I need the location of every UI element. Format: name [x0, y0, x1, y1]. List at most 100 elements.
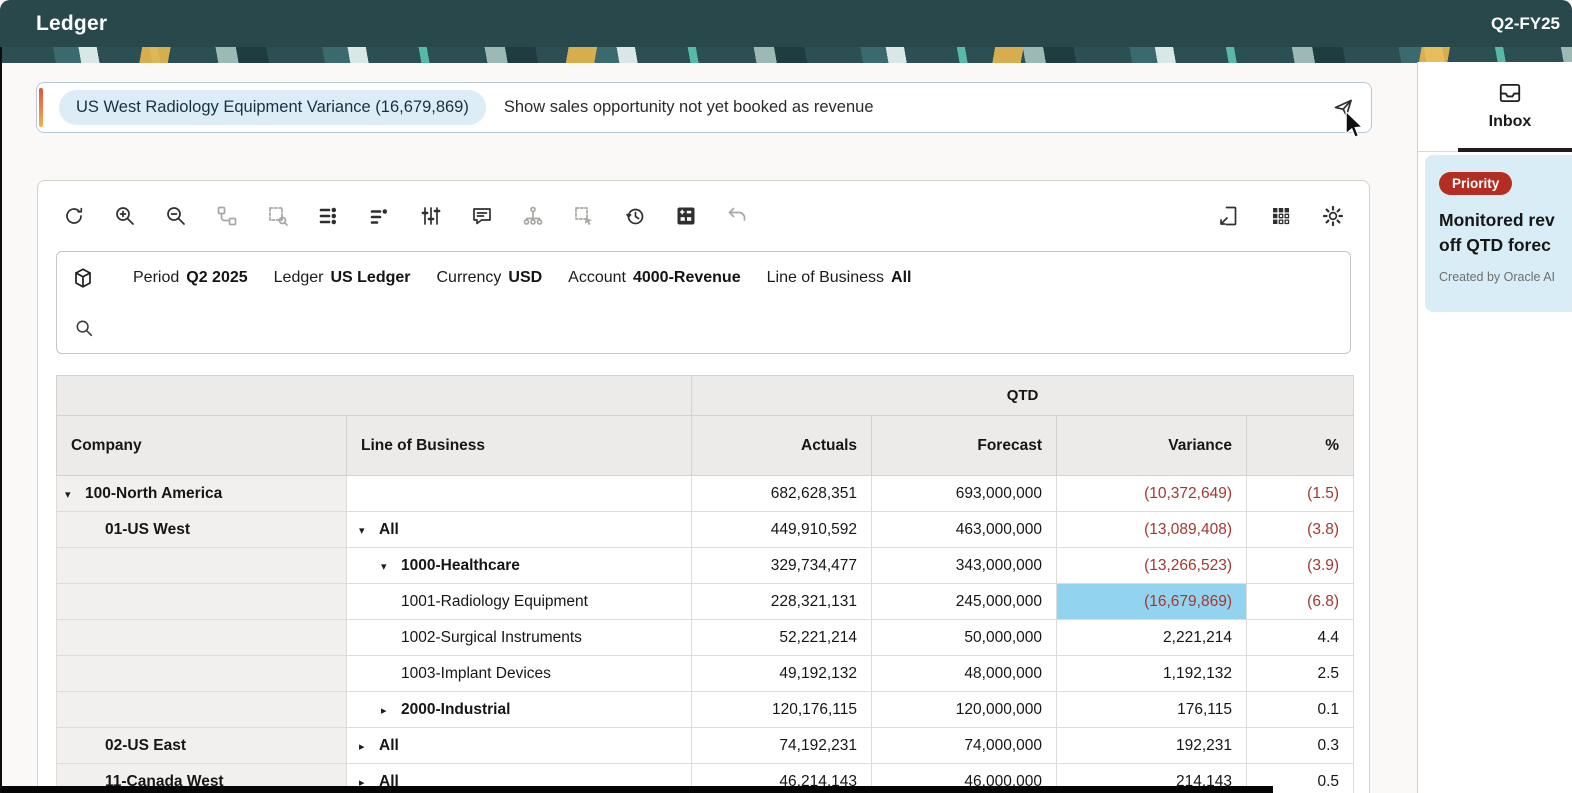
expand-caret-icon[interactable]: ▸ [381, 704, 401, 717]
cell-percent[interactable]: (3.8) [1247, 512, 1354, 548]
sliders-icon[interactable] [419, 204, 443, 228]
collapse-caret-icon[interactable]: ▾ [359, 524, 379, 537]
tab-inbox[interactable]: Inbox [1418, 62, 1572, 152]
cell-company[interactable] [57, 584, 347, 620]
grid-search-row[interactable] [71, 303, 1336, 353]
cell-percent[interactable]: 0.3 [1247, 728, 1354, 764]
cell-line-of-business[interactable] [347, 476, 692, 512]
cell-company[interactable] [57, 548, 347, 584]
history-icon[interactable] [623, 204, 647, 228]
cell-line-of-business[interactable]: 1001-Radiology Equipment [347, 584, 692, 620]
cell-line-of-business[interactable]: ▾1000-Healthcare [347, 548, 692, 584]
zoom-in-icon[interactable] [113, 204, 137, 228]
cell-percent[interactable]: (1.5) [1247, 476, 1354, 512]
cell-company[interactable]: 01-US West [57, 512, 347, 548]
refresh-icon[interactable] [62, 204, 86, 228]
cell-variance[interactable]: 1,192,132 [1057, 656, 1247, 692]
grid-icon[interactable] [1269, 204, 1293, 228]
expand-levels-icon[interactable] [317, 204, 341, 228]
cell-forecast[interactable]: 693,000,000 [872, 476, 1057, 512]
cell-line-of-business[interactable]: ▸All [347, 728, 692, 764]
cell-variance[interactable]: (13,266,523) [1057, 548, 1247, 584]
expand-caret-icon[interactable]: ▸ [359, 740, 379, 753]
cell-percent[interactable]: (3.9) [1247, 548, 1354, 584]
context-chip[interactable]: US West Radiology Equipment Variance (16… [59, 90, 486, 125]
cell-variance[interactable]: 192,231 [1057, 728, 1247, 764]
cell-company[interactable]: 02-US East [57, 728, 347, 764]
zoom-out-icon[interactable] [164, 204, 188, 228]
cell-company[interactable] [57, 692, 347, 728]
cell-variance[interactable]: (10,372,649) [1057, 476, 1247, 512]
undo-icon[interactable] [725, 204, 749, 228]
filter-value: Q2 2025 [186, 269, 247, 287]
col-header-forecast[interactable]: Forecast [872, 416, 1057, 476]
cell-actuals[interactable]: 682,628,351 [692, 476, 872, 512]
cell-text: 01-US West [105, 521, 190, 538]
cell-text: 1000-Healthcare [401, 557, 520, 574]
cell-text: 1003-Implant Devices [401, 665, 551, 682]
filter-period[interactable]: PeriodQ2 2025 [133, 269, 248, 287]
collapse-caret-icon[interactable]: ▾ [381, 560, 401, 573]
prompt-input-text[interactable]: Show sales opportunity not yet booked as… [504, 98, 874, 117]
cell-forecast[interactable]: 343,000,000 [872, 548, 1057, 584]
cell-forecast[interactable]: 48,000,000 [872, 656, 1057, 692]
cell-forecast[interactable]: 74,000,000 [872, 728, 1057, 764]
cell-line-of-business[interactable]: 1003-Implant Devices [347, 656, 692, 692]
cell-actuals[interactable]: 52,221,214 [692, 620, 872, 656]
collapse-caret-icon[interactable]: ▾ [65, 488, 85, 501]
search-icon[interactable] [73, 317, 95, 339]
cell-variance[interactable]: (13,089,408) [1057, 512, 1247, 548]
cell-actuals[interactable]: 228,321,131 [692, 584, 872, 620]
export-icon[interactable] [1217, 204, 1241, 228]
filter-label: Account [568, 269, 626, 287]
col-header-company[interactable]: Company [57, 416, 347, 476]
cell-percent[interactable]: 0.1 [1247, 692, 1354, 728]
cell-line-of-business[interactable]: 1002-Surgical Instruments [347, 620, 692, 656]
cell-company[interactable]: ▾100-North America [57, 476, 347, 512]
cell-variance[interactable]: 176,115 [1057, 692, 1247, 728]
filter-account[interactable]: Account4000-Revenue [568, 269, 740, 287]
bottom-letterbox [0, 786, 1273, 793]
cell-forecast[interactable]: 120,000,000 [872, 692, 1057, 728]
filter-value: US Ledger [330, 269, 410, 287]
ai-prompt-input[interactable]: US West Radiology Equipment Variance (16… [36, 82, 1372, 133]
cell-actuals[interactable]: 449,910,592 [692, 512, 872, 548]
cell-actuals[interactable]: 120,176,115 [692, 692, 872, 728]
cell-forecast[interactable]: 463,000,000 [872, 512, 1057, 548]
cell-text: All [379, 737, 399, 754]
group-header-row: QTD [57, 376, 1354, 416]
cell-actuals[interactable]: 74,192,231 [692, 728, 872, 764]
filter-line-of-business[interactable]: Line of BusinessAll [767, 269, 912, 287]
col-header-actuals[interactable]: Actuals [692, 416, 872, 476]
table-row: 1001-Radiology Equipment228,321,131245,0… [57, 584, 1354, 620]
cell-forecast[interactable]: 50,000,000 [872, 620, 1057, 656]
filter-ledger[interactable]: LedgerUS Ledger [274, 269, 411, 287]
cell-line-of-business[interactable]: ▾All [347, 512, 692, 548]
zoom-region-icon[interactable] [266, 204, 290, 228]
cell-percent[interactable]: 2.5 [1247, 656, 1354, 692]
grid-toolbar [56, 181, 1351, 251]
marquee-select-icon[interactable] [572, 204, 596, 228]
cell-variance[interactable]: (16,679,869) [1057, 584, 1247, 620]
col-header-line-of-business[interactable]: Line of Business [347, 416, 692, 476]
col-header-percent[interactable]: % [1247, 416, 1354, 476]
cell-line-of-business[interactable]: ▸2000-Industrial [347, 692, 692, 728]
collapse-levels-icon[interactable] [368, 204, 392, 228]
drill-icon[interactable] [215, 204, 239, 228]
data-grid-icon[interactable] [674, 204, 698, 228]
inbox-item-footer: Created by Oracle AI [1439, 270, 1572, 284]
cell-percent[interactable]: (6.8) [1247, 584, 1354, 620]
cell-company[interactable] [57, 620, 347, 656]
cell-forecast[interactable]: 245,000,000 [872, 584, 1057, 620]
cell-percent[interactable]: 4.4 [1247, 620, 1354, 656]
filter-currency[interactable]: CurrencyUSD [436, 269, 542, 287]
cell-variance[interactable]: 2,221,214 [1057, 620, 1247, 656]
cell-company[interactable] [57, 656, 347, 692]
cell-actuals[interactable]: 49,192,132 [692, 656, 872, 692]
settings-icon[interactable] [1321, 204, 1345, 228]
cell-actuals[interactable]: 329,734,477 [692, 548, 872, 584]
inbox-item-card[interactable]: Priority Monitored rev off QTD forec Cre… [1425, 155, 1572, 312]
comment-icon[interactable] [470, 204, 494, 228]
hierarchy-icon[interactable] [521, 204, 545, 228]
col-header-variance[interactable]: Variance [1057, 416, 1247, 476]
